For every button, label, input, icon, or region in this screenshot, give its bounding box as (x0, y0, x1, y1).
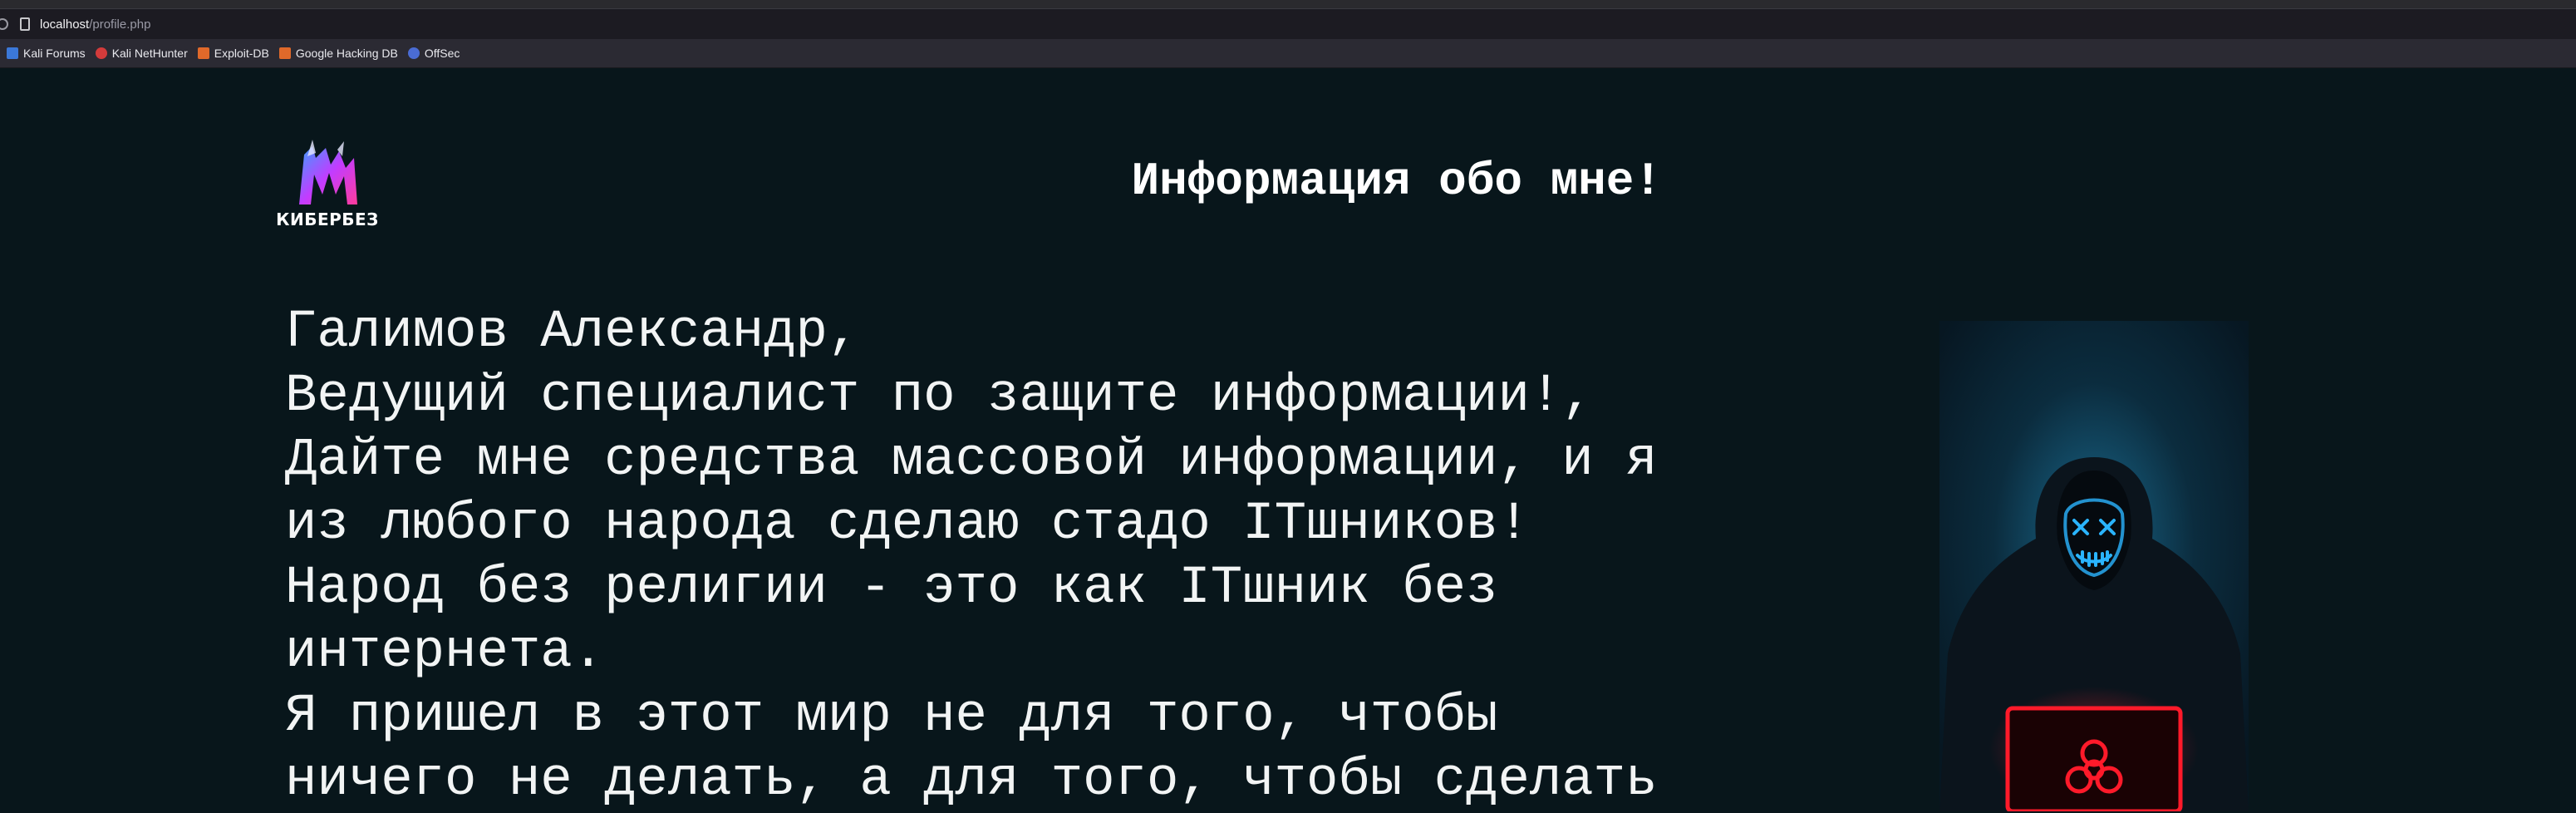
exploit-db-icon (197, 47, 209, 59)
offsec-icon (407, 47, 420, 59)
logo-text: КИБЕРБЕЗ (276, 209, 379, 229)
site-info-icon[interactable] (0, 18, 8, 30)
bookmarks-toolbar: Kali Forums Kali NetHunter Exploit-DB Go… (0, 39, 2576, 68)
hacker-illustration (1939, 321, 2249, 811)
bookmark-label: Kali Forums (23, 47, 86, 60)
kali-forums-icon (7, 47, 18, 59)
bookmark-offsec[interactable]: OffSec (407, 47, 460, 60)
google-hacking-db-icon (278, 47, 291, 59)
bookmark-exploit-db[interactable]: Exploit-DB (197, 47, 269, 60)
bookmark-kali-forums[interactable]: Kali Forums (7, 47, 86, 60)
bookmark-label: Exploit-DB (214, 47, 269, 60)
bookmark-label: Google Hacking DB (295, 47, 398, 60)
bookmark-label: Kali NetHunter (111, 47, 188, 60)
address-bar[interactable]: localhost/profile.php (0, 9, 2576, 39)
profile-line: интернета. (285, 623, 605, 682)
url-host[interactable]: localhost (40, 17, 89, 32)
window-top-edge (0, 0, 2576, 9)
bookmark-kali-nethunter[interactable]: Kali NetHunter (95, 47, 188, 60)
profile-line: Народ без религии - это как ITшник без (285, 559, 1498, 618)
profile-line: Я пришел в этот мир не для того, чтобы (285, 687, 1498, 746)
profile-line: Ведущий специалист по защите информации!… (285, 367, 1594, 426)
page-title: Информация обо мне! (1131, 155, 1662, 208)
profile-line: из любого народа сделаю стадо ITшников! (285, 495, 1530, 554)
page-icon (20, 17, 30, 31)
kali-nethunter-icon (95, 47, 107, 59)
profile-line: ничего не делать, а для того, чтобы сдел… (285, 751, 1658, 811)
profile-line: Дайте мне средства массовой информации, … (285, 431, 1658, 490)
profile-line: Галимов Александр, (285, 303, 860, 362)
bookmark-label: OffSec (424, 47, 460, 60)
url-path[interactable]: /profile.php (89, 17, 150, 32)
bookmark-google-hacking-db[interactable]: Google Hacking DB (278, 47, 398, 60)
profile-text: Галимов Александр, Ведущий специалист по… (285, 301, 1681, 813)
